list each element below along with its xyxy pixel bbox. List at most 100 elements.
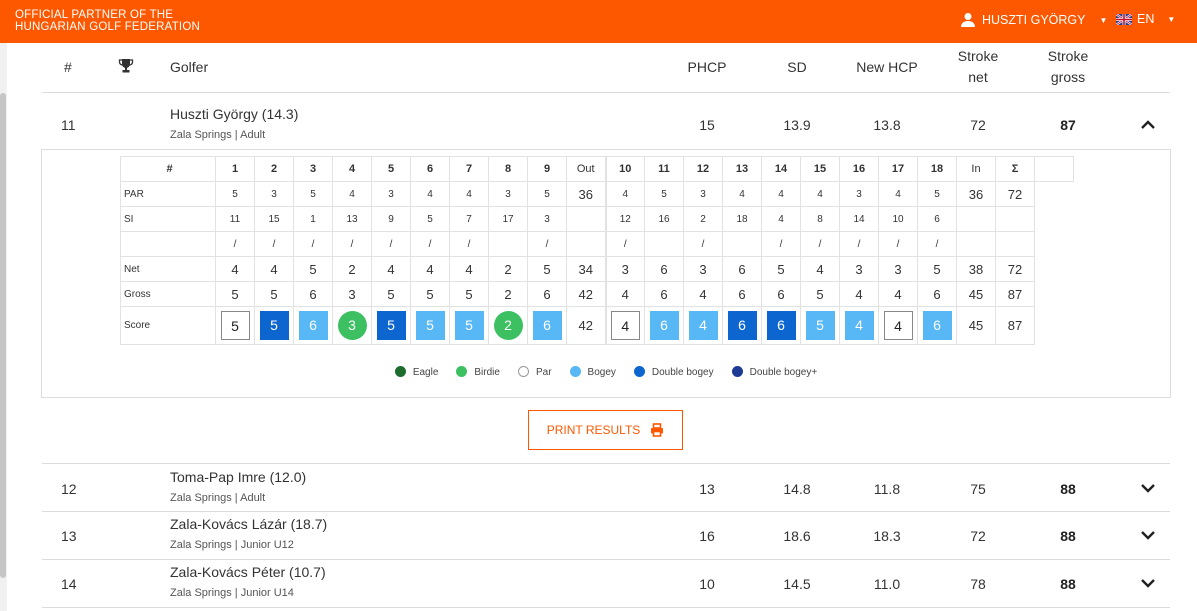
hole-score: 6 bbox=[527, 306, 567, 345]
stroke-gross-value: 88 bbox=[1060, 481, 1076, 497]
table-row[interactable]: 14 Zala-Kovács Péter (10.7) Zala Springs… bbox=[42, 560, 1170, 608]
hole-number: 18 bbox=[917, 156, 957, 182]
in-value bbox=[956, 231, 996, 257]
legend-item: Bogey bbox=[569, 366, 616, 378]
hole-value: 4 bbox=[878, 281, 918, 307]
chevron-down-icon: ▼ bbox=[1099, 15, 1108, 25]
total-value bbox=[995, 206, 1035, 232]
golfer-club: Zala Springs | Junior U14 bbox=[170, 587, 294, 599]
chevron-down-icon[interactable] bbox=[1137, 572, 1159, 594]
hole-value: / bbox=[839, 231, 879, 257]
sd-value: 13.9 bbox=[783, 117, 811, 133]
hole-value: 6 bbox=[644, 256, 684, 282]
hole-score: 4 bbox=[604, 306, 645, 345]
table-row[interactable]: 12 Toma-Pap Imre (12.0) Zala Springs | A… bbox=[42, 463, 1170, 512]
left-scrollbar-thumb[interactable] bbox=[0, 93, 6, 578]
left-scrollbar[interactable] bbox=[0, 43, 7, 611]
hole-value: 2 bbox=[683, 206, 723, 232]
hole-value: 5 bbox=[527, 181, 567, 207]
golfer-name: Zala-Kovács Péter (10.7) bbox=[170, 564, 326, 580]
hole-value: / bbox=[761, 231, 801, 257]
hole-value: 3 bbox=[878, 256, 918, 282]
hole-value: / bbox=[917, 231, 957, 257]
total-value: 87 bbox=[995, 281, 1035, 307]
hole-value: 3 bbox=[527, 206, 567, 232]
hole-value: 6 bbox=[722, 256, 762, 282]
score-dbogey-badge: 6 bbox=[766, 311, 796, 340]
hole-value: 5 bbox=[644, 181, 684, 207]
sd-value: 18.6 bbox=[783, 528, 811, 544]
hole-value: / bbox=[449, 231, 489, 257]
hole-score: 4 bbox=[878, 306, 918, 345]
row-label: Net bbox=[120, 256, 216, 282]
chevron-up-icon[interactable] bbox=[1137, 114, 1159, 136]
hole-score: 4 bbox=[683, 306, 723, 345]
hole-value: 5 bbox=[917, 181, 957, 207]
hole-value: 5 bbox=[917, 256, 957, 282]
hole-value: 3 bbox=[254, 181, 294, 207]
hole-value: 3 bbox=[488, 181, 528, 207]
hole-score: 5 bbox=[449, 306, 489, 345]
si-row: SI 11 15 1 13 9 5 7 17 3 12 16 2 18 4 8 14 10 6 bbox=[120, 206, 1074, 232]
hole-value: 6 bbox=[527, 281, 567, 307]
hole-number: 14 bbox=[761, 156, 801, 182]
hole-number: 7 bbox=[449, 156, 489, 182]
score-dbogey-badge: 5 bbox=[376, 311, 406, 340]
legend-item: Double bogey+ bbox=[731, 366, 817, 378]
print-results-button[interactable]: PRINT RESULTS bbox=[528, 410, 683, 450]
table-row[interactable]: 11 Huszti György (14.3) Zala Springs | A… bbox=[42, 101, 1170, 150]
hole-value: 14 bbox=[839, 206, 879, 232]
hole-value: 4 bbox=[215, 256, 255, 282]
legend-dot-icon bbox=[569, 366, 581, 377]
hole-value: 6 bbox=[761, 281, 801, 307]
hole-value: 4 bbox=[604, 281, 645, 307]
hole-value: / bbox=[527, 231, 567, 257]
hole-value: 4 bbox=[449, 181, 489, 207]
uk-flag-icon bbox=[1116, 13, 1132, 25]
user-menu[interactable]: HUSZTI GYÖRGY ▼ bbox=[960, 12, 1107, 28]
score-birdie-badge: 2 bbox=[493, 311, 523, 340]
trophy-icon bbox=[118, 58, 134, 80]
hole-number: 17 bbox=[878, 156, 918, 182]
score-bogey-badge: 4 bbox=[844, 311, 874, 340]
hole-score: 6 bbox=[722, 306, 762, 345]
hole-value: 4 bbox=[878, 181, 918, 207]
legend-item: Double bogey bbox=[633, 366, 714, 378]
table-row[interactable]: 13 Zala-Kovács Lázár (18.7) Zala Springs… bbox=[42, 512, 1170, 560]
chevron-down-icon[interactable] bbox=[1137, 477, 1159, 499]
header-stroke-gross: Stroke gross bbox=[1047, 48, 1089, 85]
hole-value: 5 bbox=[410, 281, 450, 307]
golfer-name: Toma-Pap Imre (12.0) bbox=[170, 469, 307, 485]
hole-number: 6 bbox=[410, 156, 450, 182]
print-label: PRINT RESULTS bbox=[546, 423, 641, 437]
score-row: Score 5 5 6 3 5 5 5 2 6 42 4 6 4 6 6 5 4 4 6 45 87 bbox=[120, 306, 1074, 345]
right-scrollbar[interactable] bbox=[1182, 43, 1197, 611]
hole-value: 5 bbox=[410, 206, 450, 232]
hole-value: 4 bbox=[254, 256, 294, 282]
table-header: # Golfer PHCP SD New HCP Stroke net Strok… bbox=[42, 43, 1170, 93]
golfer-name: Huszti György (14.3) bbox=[170, 106, 299, 122]
hole-value: 4 bbox=[410, 256, 450, 282]
hole-score: 6 bbox=[293, 306, 333, 345]
stroke-gross-value: 87 bbox=[1060, 117, 1076, 133]
score-bogey-badge: 4 bbox=[688, 311, 718, 340]
hole-value: / bbox=[800, 231, 840, 257]
hole-value bbox=[488, 231, 528, 257]
hole-value: 4 bbox=[604, 181, 645, 207]
partner-text: OFFICIAL PARTNER OF THE HUNGARIAN GOLF F… bbox=[15, 9, 200, 33]
hole-value: 5 bbox=[449, 281, 489, 307]
partner-line-1: OFFICIAL PARTNER OF THE bbox=[15, 9, 174, 21]
hole-value: 4 bbox=[449, 256, 489, 282]
hole-value: 4 bbox=[800, 256, 840, 282]
hole-value: 6 bbox=[644, 281, 684, 307]
score-bogey-badge: 5 bbox=[454, 311, 484, 340]
hole-value: 7 bbox=[449, 206, 489, 232]
header-golfer: Golfer bbox=[170, 59, 209, 75]
hole-value: 4 bbox=[800, 181, 840, 207]
language-selector[interactable]: EN ▼ bbox=[1116, 12, 1175, 26]
hole-value: 15 bbox=[254, 206, 294, 232]
legend-label: Eagle bbox=[412, 367, 439, 378]
hole-score: 5 bbox=[800, 306, 840, 345]
chevron-down-icon[interactable] bbox=[1137, 524, 1159, 546]
user-name: HUSZTI GYÖRGY bbox=[982, 13, 1086, 27]
